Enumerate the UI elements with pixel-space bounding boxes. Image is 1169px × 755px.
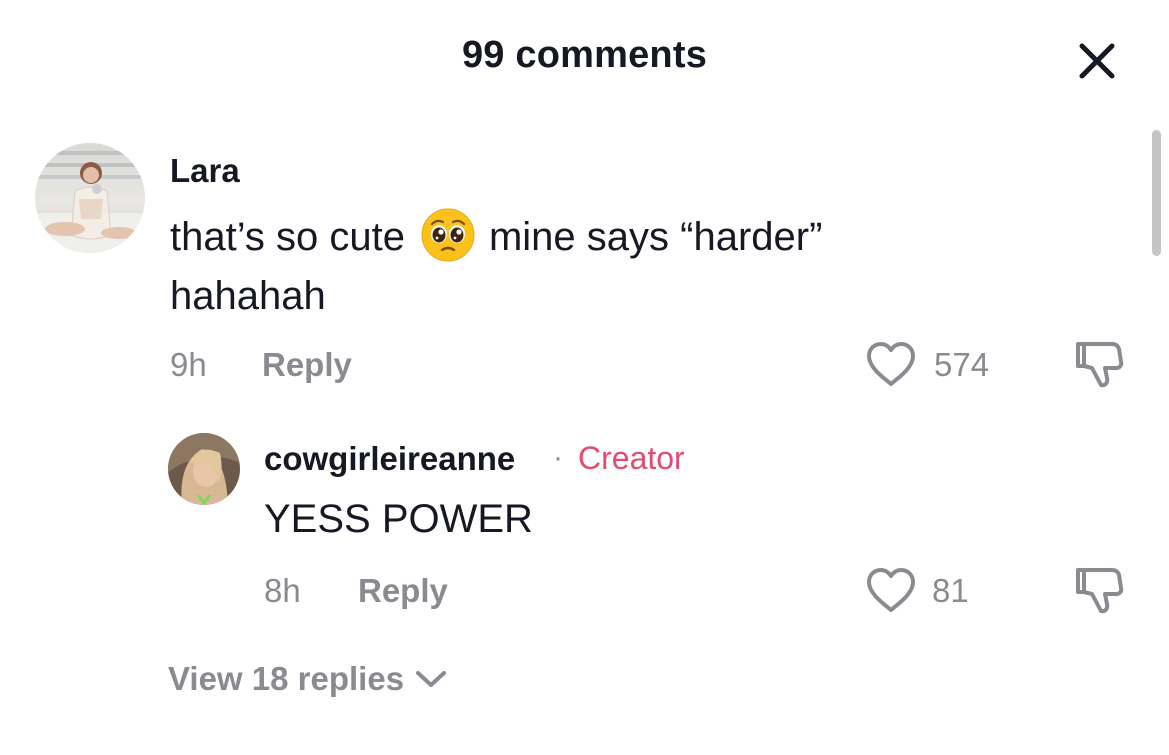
scrollbar[interactable]	[1152, 130, 1161, 256]
close-icon	[1079, 43, 1115, 79]
like-count: 574	[934, 346, 990, 383]
avatar[interactable]	[35, 143, 145, 253]
like-button[interactable]	[864, 565, 918, 620]
pleading-face-emoji	[421, 208, 475, 262]
separator-dot: ·	[553, 441, 563, 474]
dislike-icon	[1076, 342, 1124, 388]
creator-badge: Creator	[578, 440, 685, 476]
heart-icon	[867, 568, 915, 612]
avatar-image	[168, 433, 240, 505]
reply-button[interactable]: Reply	[358, 572, 448, 610]
view-replies-button[interactable]: View 18 replies	[168, 660, 448, 698]
comment-username[interactable]: Lara	[170, 152, 240, 190]
view-replies-label: View 18 replies	[168, 660, 405, 697]
like-button[interactable]	[864, 339, 918, 394]
comment-text-line2: hahahah	[170, 274, 326, 318]
comment-text-line1: that’s so cute mine says “harder”	[170, 208, 822, 266]
dislike-button[interactable]	[1072, 564, 1126, 621]
heart-icon	[867, 342, 915, 386]
comment-time: 9h	[170, 346, 207, 383]
reply-time: 8h	[264, 572, 301, 609]
comments-sheet: 99 comments Lara that’s so cute mine say…	[0, 0, 1169, 755]
comment-text-part1: that’s so cute	[170, 215, 405, 259]
comment-text-part2: mine says “harder”	[488, 215, 823, 259]
comments-count-title: 99 comments	[461, 34, 708, 76]
like-count: 81	[932, 572, 969, 609]
chevron-down-icon	[416, 671, 447, 687]
reply-username[interactable]: cowgirleireanne	[264, 440, 515, 478]
dislike-button[interactable]	[1072, 338, 1126, 395]
avatar-image	[35, 143, 145, 253]
reply-button[interactable]: Reply	[262, 346, 352, 384]
reply-text: YESS POWER	[264, 497, 533, 541]
close-button[interactable]	[1074, 38, 1120, 84]
dislike-icon	[1076, 568, 1124, 614]
avatar[interactable]	[168, 433, 240, 505]
